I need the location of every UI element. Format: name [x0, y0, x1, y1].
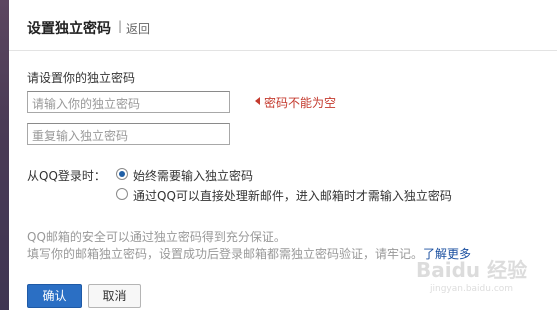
confirm-button[interactable]: 确认 [27, 284, 82, 308]
watermark-brand: Baidu 经验 [416, 258, 528, 282]
back-link[interactable]: 返回 [126, 20, 150, 37]
security-note: QQ邮箱的安全可以通过独立密码得到充分保证。 [27, 230, 286, 244]
radio-always-require[interactable] [116, 168, 128, 180]
cancel-button[interactable]: 取消 [88, 284, 141, 308]
dialog-header: 设置独立密码 | 返回 [9, 0, 557, 51]
password-label: 请设置你的独立密码 [27, 71, 136, 85]
watermark: Baidu 经验 jingyan.baidu.com [410, 248, 550, 298]
error-message: 密码不能为空 [264, 96, 337, 110]
password-placeholder: 请输入你的独立密码 [32, 97, 141, 111]
login-option-label: 从QQ登录时： [27, 169, 106, 183]
confirm-password-input[interactable]: 重复输入独立密码 [27, 123, 230, 145]
dialog-title: 设置独立密码 [27, 21, 111, 37]
instruction-note: 填写你的邮箱独立密码，设置成功后登录邮箱都需独立密码验证，请牢记。了解更多 [27, 245, 471, 262]
title-separator: | [118, 19, 123, 33]
error-arrow-icon [255, 97, 260, 105]
confirm-password-placeholder: 重复输入独立密码 [32, 129, 129, 143]
option-qq-direct-label: 通过QQ可以直接处理新邮件，进入邮箱时才需输入独立密码 [133, 189, 452, 203]
instruction-text: 填写你的邮箱独立密码，设置成功后登录邮箱都需独立密码验证，请牢记。 [27, 247, 424, 261]
option-always-require-label: 始终需要输入独立密码 [133, 169, 254, 183]
radio-qq-direct[interactable] [116, 188, 128, 200]
password-input[interactable]: 请输入你的独立密码 [27, 91, 230, 113]
watermark-url: jingyan.baidu.com [430, 284, 514, 294]
